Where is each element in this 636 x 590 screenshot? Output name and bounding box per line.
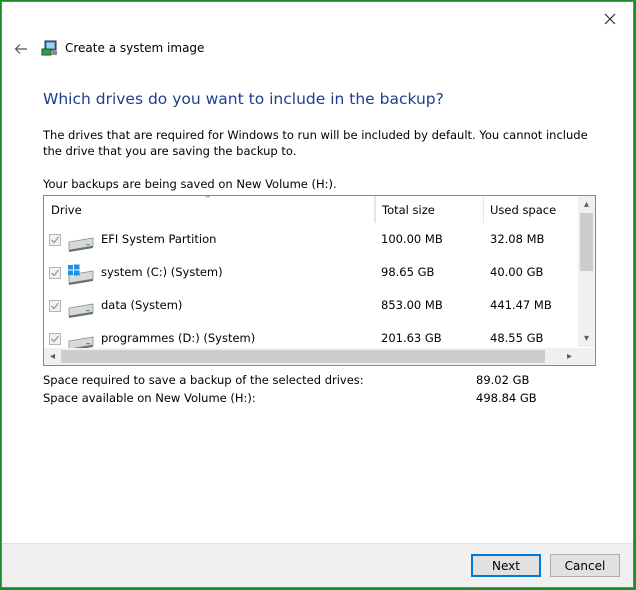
drive-used-space: 40.00 GB bbox=[490, 265, 544, 279]
drive-used-space: 48.55 GB bbox=[490, 331, 544, 345]
drive-used-space: 441.47 MB bbox=[490, 298, 552, 312]
close-button[interactable] bbox=[599, 10, 621, 28]
drive-row[interactable]: EFI System Partition 100.00 MB 32.08 MB bbox=[44, 223, 577, 256]
space-required-label: Space required to save a backup of the s… bbox=[43, 373, 364, 387]
sort-up-icon: ⌃ bbox=[204, 195, 212, 205]
windows-drive-icon bbox=[68, 264, 94, 285]
drive-used-space: 32.08 MB bbox=[490, 232, 545, 246]
drive-name: EFI System Partition bbox=[101, 232, 217, 246]
space-available-label: Space available on New Volume (H:): bbox=[43, 391, 256, 405]
title-bar: Create a system image bbox=[41, 39, 204, 57]
back-arrow-icon bbox=[14, 44, 27, 54]
scroll-up-icon[interactable]: ▴ bbox=[578, 196, 595, 213]
space-required-value: 89.02 GB bbox=[476, 373, 530, 387]
drive-icon bbox=[68, 303, 94, 318]
description-text: The drives that are required for Windows… bbox=[43, 128, 588, 158]
window-title: Create a system image bbox=[65, 41, 205, 55]
scroll-left-icon[interactable]: ◂ bbox=[44, 348, 61, 365]
space-available-value: 498.84 GB bbox=[476, 391, 537, 405]
check-icon bbox=[51, 302, 60, 310]
drive-total-size: 201.63 GB bbox=[381, 331, 442, 345]
back-button[interactable] bbox=[12, 40, 30, 58]
page-heading: Which drives do you want to include in t… bbox=[43, 90, 444, 108]
scrollbar-corner bbox=[578, 348, 595, 365]
close-icon bbox=[604, 13, 616, 25]
dialog-window: Create a system image Which drives do yo… bbox=[1, 1, 634, 588]
drive-row[interactable]: system (C:) (System) 98.65 GB 40.00 GB bbox=[44, 256, 577, 289]
drive-total-size: 100.00 MB bbox=[381, 232, 443, 246]
check-icon bbox=[51, 236, 60, 244]
drive-total-size: 853.00 MB bbox=[381, 298, 443, 312]
next-button[interactable]: Next bbox=[471, 554, 541, 577]
saving-location-text: Your backups are being saved on New Volu… bbox=[43, 177, 337, 191]
drive-checkbox[interactable] bbox=[49, 300, 61, 312]
vertical-scrollbar[interactable]: ▴ ▾ bbox=[578, 196, 595, 347]
vertical-scroll-thumb[interactable] bbox=[580, 213, 593, 271]
drive-name: programmes (D:) (System) bbox=[101, 331, 256, 345]
column-header-total-size[interactable]: Total size bbox=[375, 196, 484, 223]
drive-name: system (C:) (System) bbox=[101, 265, 223, 279]
column-header-drive-label: Drive bbox=[51, 202, 82, 217]
column-header-used-space-label: Used space bbox=[490, 202, 557, 217]
horizontal-scrollbar[interactable]: ◂ ▸ bbox=[44, 348, 595, 365]
drive-list: Drive ⌃ Total size Used space EFI System… bbox=[43, 195, 596, 366]
cancel-button[interactable]: Cancel bbox=[550, 554, 620, 577]
scroll-right-icon[interactable]: ▸ bbox=[561, 348, 578, 365]
scroll-down-icon[interactable]: ▾ bbox=[578, 330, 595, 347]
system-image-icon bbox=[41, 40, 57, 56]
drive-checkbox[interactable] bbox=[49, 333, 61, 345]
drive-name: data (System) bbox=[101, 298, 183, 312]
column-header-total-size-label: Total size bbox=[382, 202, 435, 217]
check-icon bbox=[51, 269, 60, 277]
drive-checkbox[interactable] bbox=[49, 267, 61, 279]
drive-row[interactable]: data (System) 853.00 MB 441.47 MB bbox=[44, 289, 577, 322]
drive-icon bbox=[68, 237, 94, 252]
horizontal-scroll-thumb[interactable] bbox=[61, 350, 545, 363]
drive-total-size: 98.65 GB bbox=[381, 265, 435, 279]
drive-checkbox[interactable] bbox=[49, 234, 61, 246]
button-bar: Next Cancel bbox=[2, 543, 633, 587]
column-header-drive[interactable]: Drive ⌃ bbox=[44, 196, 375, 223]
column-header-used-space[interactable]: Used space bbox=[484, 196, 577, 223]
check-icon bbox=[51, 335, 60, 343]
